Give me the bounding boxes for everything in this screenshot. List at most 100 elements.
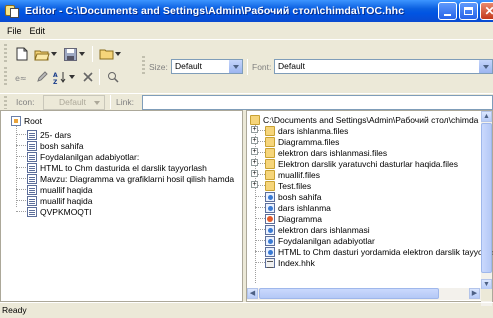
page-icon bbox=[27, 140, 37, 151]
expand-icon[interactable]: + bbox=[251, 159, 258, 166]
chevron-down-icon[interactable] bbox=[90, 96, 104, 109]
file-tree-item[interactable]: Diagramma bbox=[265, 213, 322, 224]
sort-dropdown-button[interactable] bbox=[68, 69, 76, 85]
size-select[interactable]: Default bbox=[171, 59, 243, 74]
sort-button[interactable]: AZ bbox=[52, 69, 68, 85]
pencil-button[interactable] bbox=[34, 69, 50, 85]
toolbar-separator bbox=[247, 59, 248, 75]
toc-item[interactable]: Mavzu: Diagramma va grafiklarni hosil qi… bbox=[27, 173, 234, 184]
scroll-thumb[interactable] bbox=[481, 123, 492, 273]
scroll-thumb[interactable] bbox=[259, 288, 439, 299]
new-file-button[interactable] bbox=[14, 46, 30, 62]
html-file-icon bbox=[265, 224, 275, 235]
expand-icon[interactable]: + bbox=[251, 126, 258, 133]
folder-dropdown-button[interactable] bbox=[114, 46, 122, 62]
expand-icon[interactable]: + bbox=[251, 181, 258, 188]
icon-value: Default bbox=[59, 97, 86, 107]
chevron-down-icon bbox=[51, 52, 57, 56]
toc-item[interactable]: 25- dars bbox=[27, 129, 71, 140]
html-file-icon bbox=[265, 235, 275, 246]
save-dropdown-button[interactable] bbox=[78, 46, 86, 62]
folder-open-icon bbox=[250, 115, 260, 125]
folder-icon bbox=[265, 126, 275, 136]
file-tree-item[interactable]: Diagramma.files bbox=[265, 136, 339, 147]
file-tree-item[interactable]: Foydalanilgan adabiyotlar bbox=[265, 235, 375, 246]
toolbar-grip[interactable] bbox=[4, 67, 7, 85]
open-folder-icon bbox=[34, 50, 50, 60]
scroll-up-button[interactable]: ▲ bbox=[481, 111, 492, 122]
file-tree-item[interactable]: Elektron darslik yaratuvchi dasturlar ha… bbox=[265, 158, 458, 169]
delete-button[interactable] bbox=[80, 69, 96, 85]
maximize-button[interactable] bbox=[459, 2, 478, 20]
delete-icon bbox=[83, 72, 93, 82]
file-tree-item[interactable]: bosh sahifa bbox=[265, 191, 321, 202]
toc-item[interactable]: bosh sahifa bbox=[27, 140, 83, 151]
link-input[interactable] bbox=[142, 95, 493, 110]
file-tree-item-label: dars ishlanma.files bbox=[278, 125, 349, 136]
link-label: Link: bbox=[116, 97, 134, 107]
scroll-right-button[interactable]: ▶ bbox=[469, 288, 480, 299]
toc-item[interactable]: Foydalanilgan adabiyotlar: bbox=[27, 151, 139, 162]
toc-item[interactable]: HTML to Chm dasturida el darslik tayyorl… bbox=[27, 162, 207, 173]
file-tree-item-label: bosh sahifa bbox=[278, 191, 322, 202]
svg-text:A: A bbox=[53, 72, 58, 79]
icon-select[interactable]: Default bbox=[43, 95, 105, 110]
toc-item[interactable]: muallif haqida bbox=[27, 195, 92, 206]
minimize-button[interactable] bbox=[438, 2, 457, 20]
font-value: Default bbox=[278, 61, 305, 71]
file-tree-item[interactable]: elektron dars ishlanmasi.files bbox=[265, 147, 387, 158]
folder-icon bbox=[265, 159, 275, 169]
maximize-icon bbox=[464, 7, 473, 15]
toc-pane[interactable]: Root 25- dars bosh sahifa Foydalanilgan … bbox=[0, 110, 243, 302]
edit-item-button[interactable]: e≈ bbox=[14, 69, 30, 85]
font-select[interactable]: Default bbox=[274, 59, 493, 74]
file-tree-item[interactable]: Test.files bbox=[265, 180, 311, 191]
index-file-icon bbox=[265, 257, 275, 268]
menu-edit[interactable]: Edit bbox=[26, 26, 50, 36]
minimize-icon bbox=[444, 13, 451, 16]
find-button[interactable] bbox=[105, 69, 121, 85]
toc-item[interactable]: muallif haqida bbox=[27, 184, 92, 195]
expand-icon[interactable]: + bbox=[251, 137, 258, 144]
folder-button[interactable] bbox=[98, 46, 114, 62]
open-dropdown-button[interactable] bbox=[50, 46, 58, 62]
toc-root-label: Root bbox=[24, 115, 42, 126]
toc-root[interactable]: Root bbox=[11, 115, 42, 126]
vertical-scrollbar[interactable]: ▲ ▼ bbox=[481, 111, 492, 306]
toolbar-grip[interactable] bbox=[142, 56, 145, 74]
file-tree-item-label: HTML to Chm dasturi yordamida elektron d… bbox=[278, 246, 493, 257]
file-tree-item[interactable]: muallif.files bbox=[265, 169, 320, 180]
chevron-down-icon[interactable] bbox=[228, 60, 242, 73]
file-tree-item-label: dars ishlanma bbox=[278, 202, 331, 213]
folder-icon bbox=[99, 49, 113, 60]
title-bar[interactable]: Editor - C:\Documents and Settings\Admin… bbox=[0, 0, 493, 22]
file-tree-item[interactable]: elektron dars ishlanmasi bbox=[265, 224, 370, 235]
file-tree-item[interactable]: Index.hhk bbox=[265, 257, 315, 268]
file-browser-pane[interactable]: C:\Documents and Settings\Admin\Рабочий … bbox=[246, 110, 493, 306]
svg-text:e≈: e≈ bbox=[15, 74, 27, 83]
editor-window: Editor - C:\Documents and Settings\Admin… bbox=[0, 0, 493, 315]
html-file-icon bbox=[265, 246, 275, 257]
expand-icon[interactable]: + bbox=[251, 170, 258, 177]
menu-file[interactable]: File bbox=[3, 26, 26, 36]
svg-text:Z: Z bbox=[53, 79, 58, 84]
expand-icon[interactable]: + bbox=[251, 148, 258, 155]
file-tree-item-label: Test.files bbox=[278, 180, 312, 191]
scroll-left-button[interactable]: ◀ bbox=[247, 288, 258, 299]
toc-item[interactable]: QVPKMOQTI bbox=[27, 206, 91, 217]
folder-icon bbox=[265, 170, 275, 180]
chevron-down-icon[interactable] bbox=[478, 60, 492, 73]
file-tree-item[interactable]: HTML to Chm dasturi yordamida elektron d… bbox=[265, 246, 493, 257]
toolbar-grip[interactable] bbox=[4, 44, 7, 62]
file-tree-item[interactable]: dars ishlanma.files bbox=[265, 125, 348, 136]
file-tree-item[interactable]: dars ishlanma bbox=[265, 202, 331, 213]
folder-root[interactable]: C:\Documents and Settings\Admin\Рабочий … bbox=[250, 114, 478, 125]
html-file-icon bbox=[265, 191, 275, 202]
toolbar-grip[interactable] bbox=[4, 96, 7, 109]
horizontal-scrollbar[interactable]: ◀ ▶ bbox=[247, 288, 481, 300]
close-button[interactable]: ✕ bbox=[480, 2, 493, 20]
properties-toolbar: Icon: Default Link: bbox=[0, 93, 493, 110]
folder-icon bbox=[265, 181, 275, 191]
save-button[interactable] bbox=[62, 46, 78, 62]
open-button[interactable] bbox=[34, 46, 50, 62]
